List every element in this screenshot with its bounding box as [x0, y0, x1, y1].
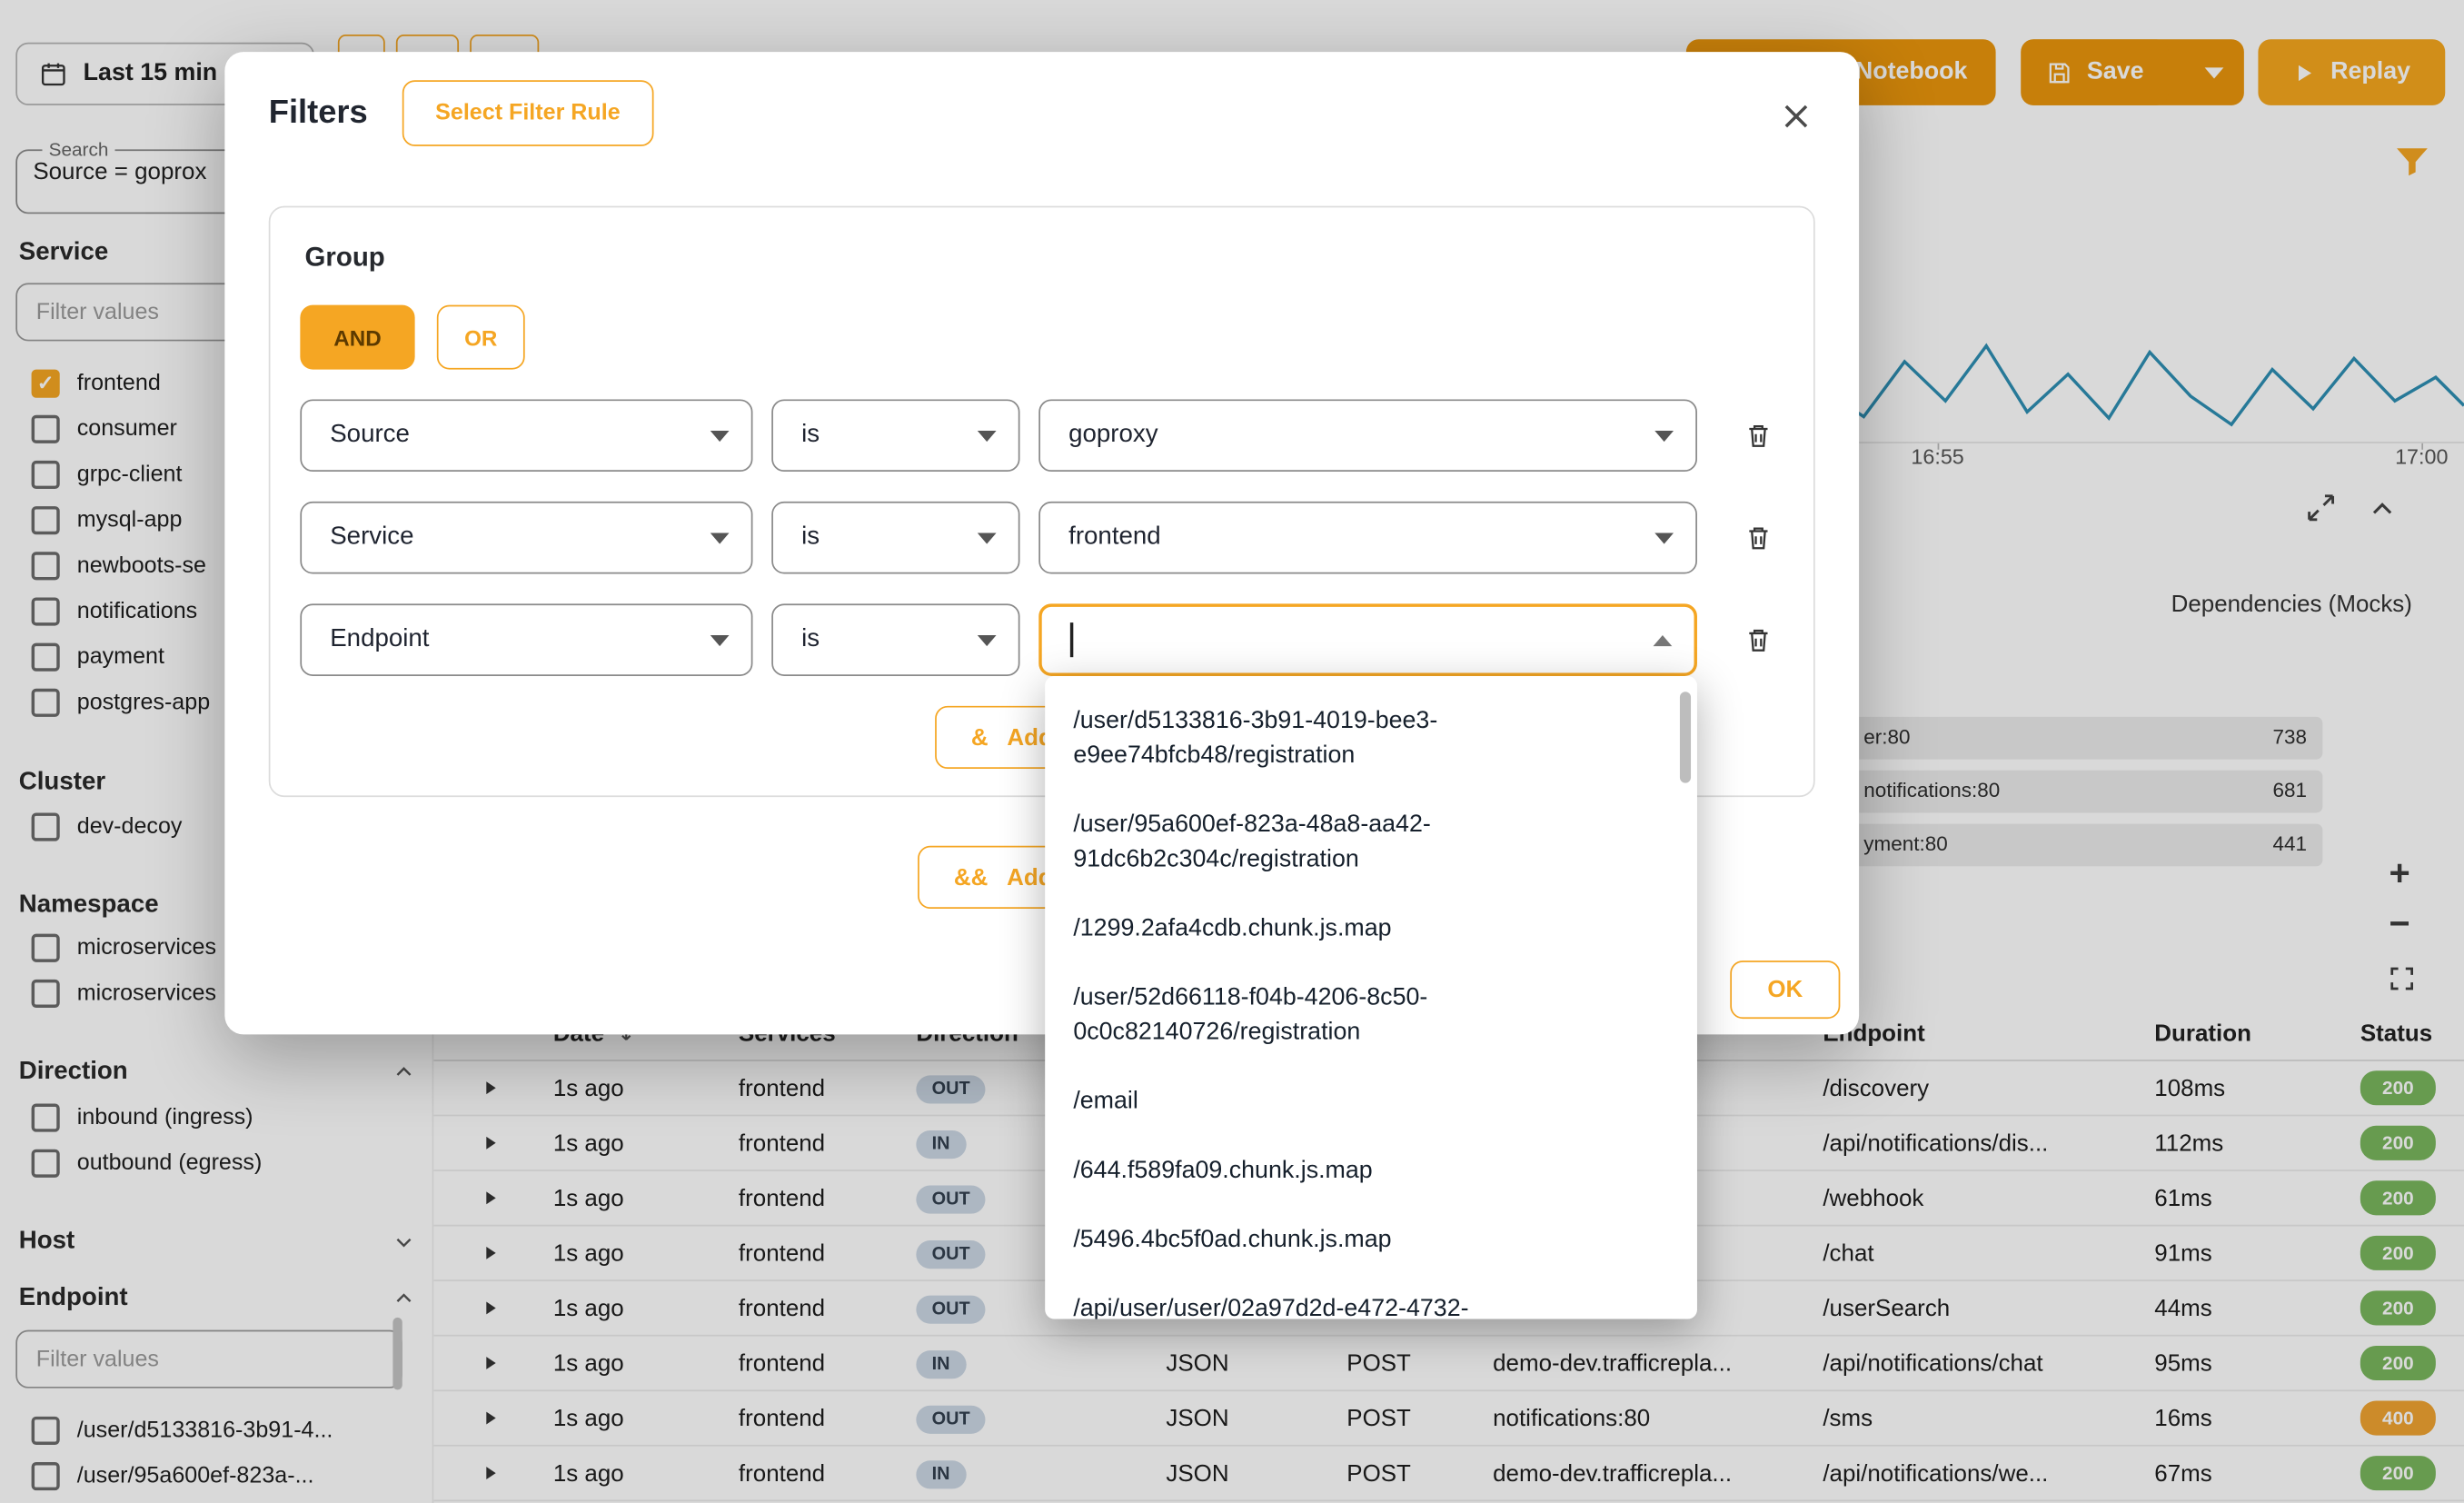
field-select-value: Service: [330, 523, 413, 552]
select-filter-rule-label: Select Filter Rule: [435, 101, 620, 126]
operator-select[interactable]: is: [771, 399, 1019, 472]
chevron-down-icon: [710, 533, 730, 543]
dropdown-option[interactable]: /644.f589fa09.chunk.js.map: [1045, 1137, 1697, 1206]
dropdown-option[interactable]: /1299.2afa4cdb.chunk.js.map: [1045, 894, 1697, 963]
dropdown-option[interactable]: /user/d5133816-3b91-4019-bee3-e9ee74bfcb…: [1045, 687, 1697, 791]
filter-rule-row: Endpoint is: [270, 603, 1816, 676]
modal-header: Filters Select Filter Rule: [269, 80, 1818, 146]
field-select[interactable]: Endpoint: [300, 603, 752, 676]
and-operator-button[interactable]: AND: [300, 305, 414, 370]
chevron-down-icon: [1654, 430, 1674, 441]
close-modal-button[interactable]: [1774, 96, 1818, 140]
delete-rule-button[interactable]: [1730, 603, 1786, 676]
text-cursor: [1070, 622, 1073, 657]
value-select-value: goproxy: [1068, 422, 1157, 450]
screen: Last 15 min Notebook Save: [0, 0, 2464, 1503]
field-select[interactable]: Service: [300, 502, 752, 574]
trash-icon: [1743, 521, 1774, 555]
delete-rule-button[interactable]: [1730, 502, 1786, 574]
dropdown-option[interactable]: /5496.4bc5f0ad.chunk.js.map: [1045, 1206, 1697, 1275]
endpoint-value-input[interactable]: [1038, 603, 1697, 676]
select-filter-rule-button[interactable]: Select Filter Rule: [402, 80, 653, 146]
operator-select-value: is: [801, 422, 820, 450]
trash-icon: [1743, 418, 1774, 453]
operator-select[interactable]: is: [771, 603, 1019, 676]
field-select[interactable]: Source: [300, 399, 752, 472]
ok-button[interactable]: OK: [1730, 961, 1840, 1019]
dropdown-option[interactable]: /user/95a600ef-823a-48a8-aa42-91dc6b2c30…: [1045, 791, 1697, 894]
trash-icon: [1743, 622, 1774, 657]
operator-select[interactable]: is: [771, 502, 1019, 574]
endpoint-options-dropdown: /user/d5133816-3b91-4019-bee3-e9ee74bfcb…: [1045, 676, 1697, 1319]
dropdown-option[interactable]: /user/52d66118-f04b-4206-8c50-0c0c821407…: [1045, 964, 1697, 1068]
filter-rule-row: Source is goproxy: [270, 399, 1816, 472]
chevron-down-icon: [978, 634, 997, 645]
chevron-down-icon: [978, 430, 997, 441]
scrollbar-thumb[interactable]: [1680, 692, 1691, 782]
chevron-down-icon: [1654, 533, 1674, 543]
chevron-down-icon: [710, 634, 730, 645]
delete-rule-button[interactable]: [1730, 399, 1786, 472]
chevron-down-icon: [978, 533, 997, 543]
close-icon: [1779, 98, 1813, 133]
operator-select-value: is: [801, 523, 820, 552]
value-select-value: frontend: [1068, 523, 1161, 552]
field-select-value: Endpoint: [330, 626, 429, 654]
field-select-value: Source: [330, 422, 410, 450]
dropdown-option[interactable]: /api/user/user/02a97d2d-e472-4732-: [1045, 1275, 1697, 1319]
ampersand-icon: &: [971, 724, 989, 751]
modal-title: Filters: [269, 95, 368, 133]
double-ampersand-icon: &&: [954, 864, 988, 891]
chevron-up-icon: [1654, 634, 1673, 645]
value-select[interactable]: frontend: [1038, 502, 1697, 574]
chevron-down-icon: [710, 430, 730, 441]
value-select[interactable]: goproxy: [1038, 399, 1697, 472]
filter-rule-row: Service is frontend: [270, 502, 1816, 574]
dropdown-option[interactable]: /email: [1045, 1068, 1697, 1137]
operator-select-value: is: [801, 626, 820, 654]
or-operator-button[interactable]: OR: [437, 305, 525, 370]
group-label: Group: [305, 242, 385, 274]
